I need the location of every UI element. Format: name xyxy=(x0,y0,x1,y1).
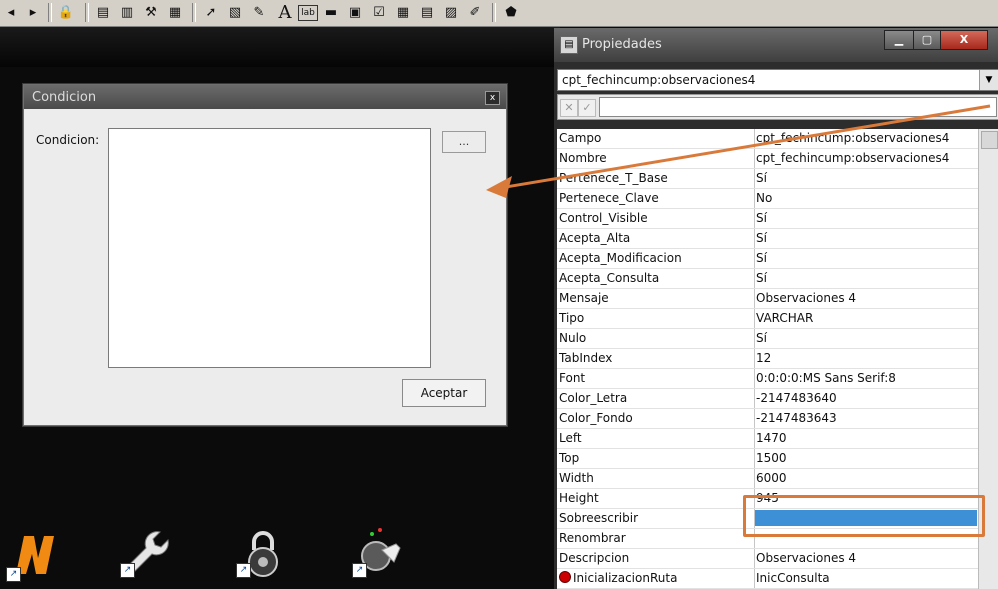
annotation-highlight-box xyxy=(743,495,985,537)
app-n-shortcut[interactable]: ↗ xyxy=(6,530,60,582)
tools-shortcut[interactable]: ↗ xyxy=(120,526,174,578)
shortcut-arrow-icon: ↗ xyxy=(120,563,135,578)
security-shortcut[interactable]: ↗ xyxy=(236,526,290,578)
keys-shortcut[interactable]: ↗ xyxy=(352,526,406,578)
shortcut-arrow-icon: ↗ xyxy=(352,563,367,578)
shortcut-arrow-icon: ↗ xyxy=(6,567,21,582)
annotation-arrow-head xyxy=(486,176,512,198)
shortcut-arrow-icon: ↗ xyxy=(236,563,251,578)
annotation-arrow-line xyxy=(499,104,991,190)
